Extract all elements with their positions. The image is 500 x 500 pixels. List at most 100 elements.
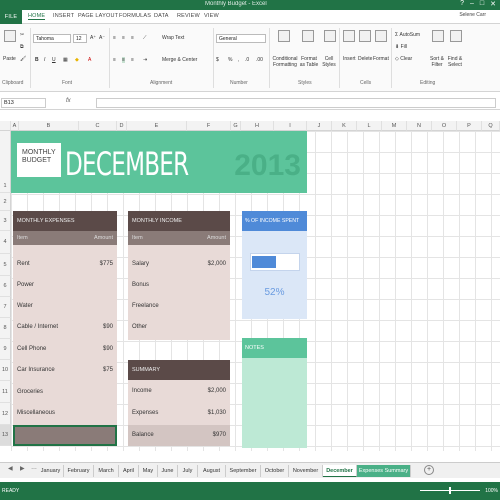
clear-button[interactable]: ◇ Clear [395,56,412,62]
row-header-11[interactable]: 11 [0,381,11,403]
sheet-tab-april[interactable]: April [119,465,139,477]
table-row[interactable]: Balance $970 [128,425,230,446]
zoom-level[interactable]: 100% [485,488,498,494]
notes-area[interactable] [242,358,307,448]
close-icon[interactable]: ✕ [490,0,496,8]
fx-icon[interactable]: fx [66,98,71,104]
table-row[interactable]: Salary $2,000 [128,254,230,275]
tab-review[interactable]: REVIEW [177,13,200,19]
column-header-e[interactable]: E [127,121,187,131]
conditional-formatting-icon[interactable] [278,30,290,42]
format-as-table-button[interactable]: Format as Table [298,56,320,68]
currency-icon[interactable]: $ [216,57,219,63]
row-header-4[interactable]: 4 [0,231,11,254]
scroll-tabs-left-icon[interactable]: ◀ [8,465,13,472]
column-header-p[interactable]: P [457,121,482,131]
row-header-6[interactable]: 6 [0,276,11,297]
grow-font-icon[interactable]: A⁺ [90,35,96,41]
sheet-tab-august[interactable]: August [198,465,226,477]
find-select-icon[interactable] [450,30,462,42]
scroll-tabs-right-icon[interactable]: ▶ [20,465,25,472]
row-header-9[interactable]: 9 [0,339,11,360]
table-row[interactable]: Rent $775 [13,254,117,275]
column-header-h[interactable]: H [241,121,274,131]
find-select-button[interactable]: Find & Select [446,56,464,68]
table-row[interactable]: Power [13,275,117,296]
column-header-c[interactable]: C [79,121,117,131]
sheet-tab-july[interactable]: July [178,465,198,477]
align-top-icon[interactable]: ≡ [113,35,116,41]
align-center-icon[interactable]: ≡ [122,57,125,63]
format-painter-icon[interactable]: 🖌 [20,56,26,62]
column-header-n[interactable]: N [407,121,432,131]
tab-data[interactable]: DATA [154,13,169,19]
tab-home[interactable]: HOME [28,13,46,20]
delete-cells-button[interactable]: Delete [358,56,372,62]
column-header-g[interactable]: G [231,121,241,131]
name-box[interactable]: B13 [1,98,46,108]
sort-filter-button[interactable]: Sort & Filter [428,56,446,68]
indent-icon[interactable]: ⇥ [143,57,147,63]
sheet-tab-september[interactable]: September [226,465,261,477]
sheet-tab-may[interactable]: May [139,465,158,477]
row-header-2[interactable]: 2 [0,193,11,211]
table-row[interactable]: Cell Phone $90 [13,339,117,360]
sort-filter-icon[interactable] [432,30,444,42]
insert-cells-button[interactable]: Insert [343,56,356,62]
sheet-tab-november[interactable]: November [289,465,323,477]
active-cell-selection[interactable] [13,425,117,446]
tab-formulas[interactable]: FORMULAS [119,13,151,19]
percent-icon[interactable]: % [228,57,232,63]
column-header-l[interactable]: L [357,121,382,131]
underline-button[interactable]: U [52,57,56,63]
row-header-12[interactable]: 12 [0,403,11,425]
merge-center-button[interactable]: Merge & Center [162,57,197,63]
format-cells-icon[interactable] [375,30,387,42]
tab-file[interactable]: FILE [0,10,22,24]
table-row[interactable]: Bonus [128,275,230,296]
select-all-corner[interactable] [0,121,11,131]
table-row[interactable]: Income $2,000 [128,381,230,402]
column-header-k[interactable]: K [332,121,357,131]
column-header-d[interactable]: D [117,121,127,131]
shrink-font-icon[interactable]: A⁻ [99,35,105,41]
insert-cells-icon[interactable] [343,30,355,42]
cell-styles-icon[interactable] [324,30,336,42]
tab-page-layout[interactable]: PAGE LAYOUT [78,13,118,19]
cell-styles-button[interactable]: Cell Styles [321,56,337,68]
row-header-5[interactable]: 5 [0,254,11,276]
align-bottom-icon[interactable]: ≡ [131,35,134,41]
table-row[interactable]: Freelance [128,296,230,317]
align-middle-icon[interactable]: ≡ [122,35,125,41]
column-header-i[interactable]: I [274,121,307,131]
delete-cells-icon[interactable] [359,30,371,42]
add-sheet-button[interactable]: + [424,465,434,475]
sheet-tab-december[interactable]: December [323,465,357,477]
table-row[interactable]: Miscellaneous [13,403,117,424]
column-header-a[interactable]: A [11,121,19,131]
decrease-decimal-icon[interactable]: .00 [256,57,263,63]
zoom-slider[interactable] [420,487,480,494]
align-right-icon[interactable]: ≡ [131,57,134,63]
bold-button[interactable]: B [35,57,39,63]
sheet-tab-march[interactable]: March [94,465,119,477]
paste-icon[interactable] [4,30,16,42]
number-format-select[interactable]: General [216,34,266,43]
comma-icon[interactable]: , [238,57,239,63]
conditional-formatting-button[interactable]: Conditional Formatting [272,56,298,68]
row-header-10[interactable]: 10 [0,360,11,381]
formula-input[interactable] [96,98,496,108]
table-row[interactable]: Groceries [13,382,117,403]
row-header-8[interactable]: 8 [0,318,11,339]
format-cells-button[interactable]: Format [373,56,389,62]
fill-color-icon[interactable]: ◆ [75,57,79,63]
increase-decimal-icon[interactable]: .0 [245,57,249,63]
format-as-table-icon[interactable] [302,30,314,42]
sheet-tab-january[interactable]: January [38,465,64,477]
column-header-o[interactable]: O [432,121,457,131]
table-row[interactable]: Car Insurance $75 [13,360,117,381]
tab-insert[interactable]: INSERT [53,13,74,19]
table-row[interactable]: Water [13,296,117,317]
font-color-icon[interactable]: A [88,57,91,63]
italic-button[interactable]: I [44,57,45,63]
